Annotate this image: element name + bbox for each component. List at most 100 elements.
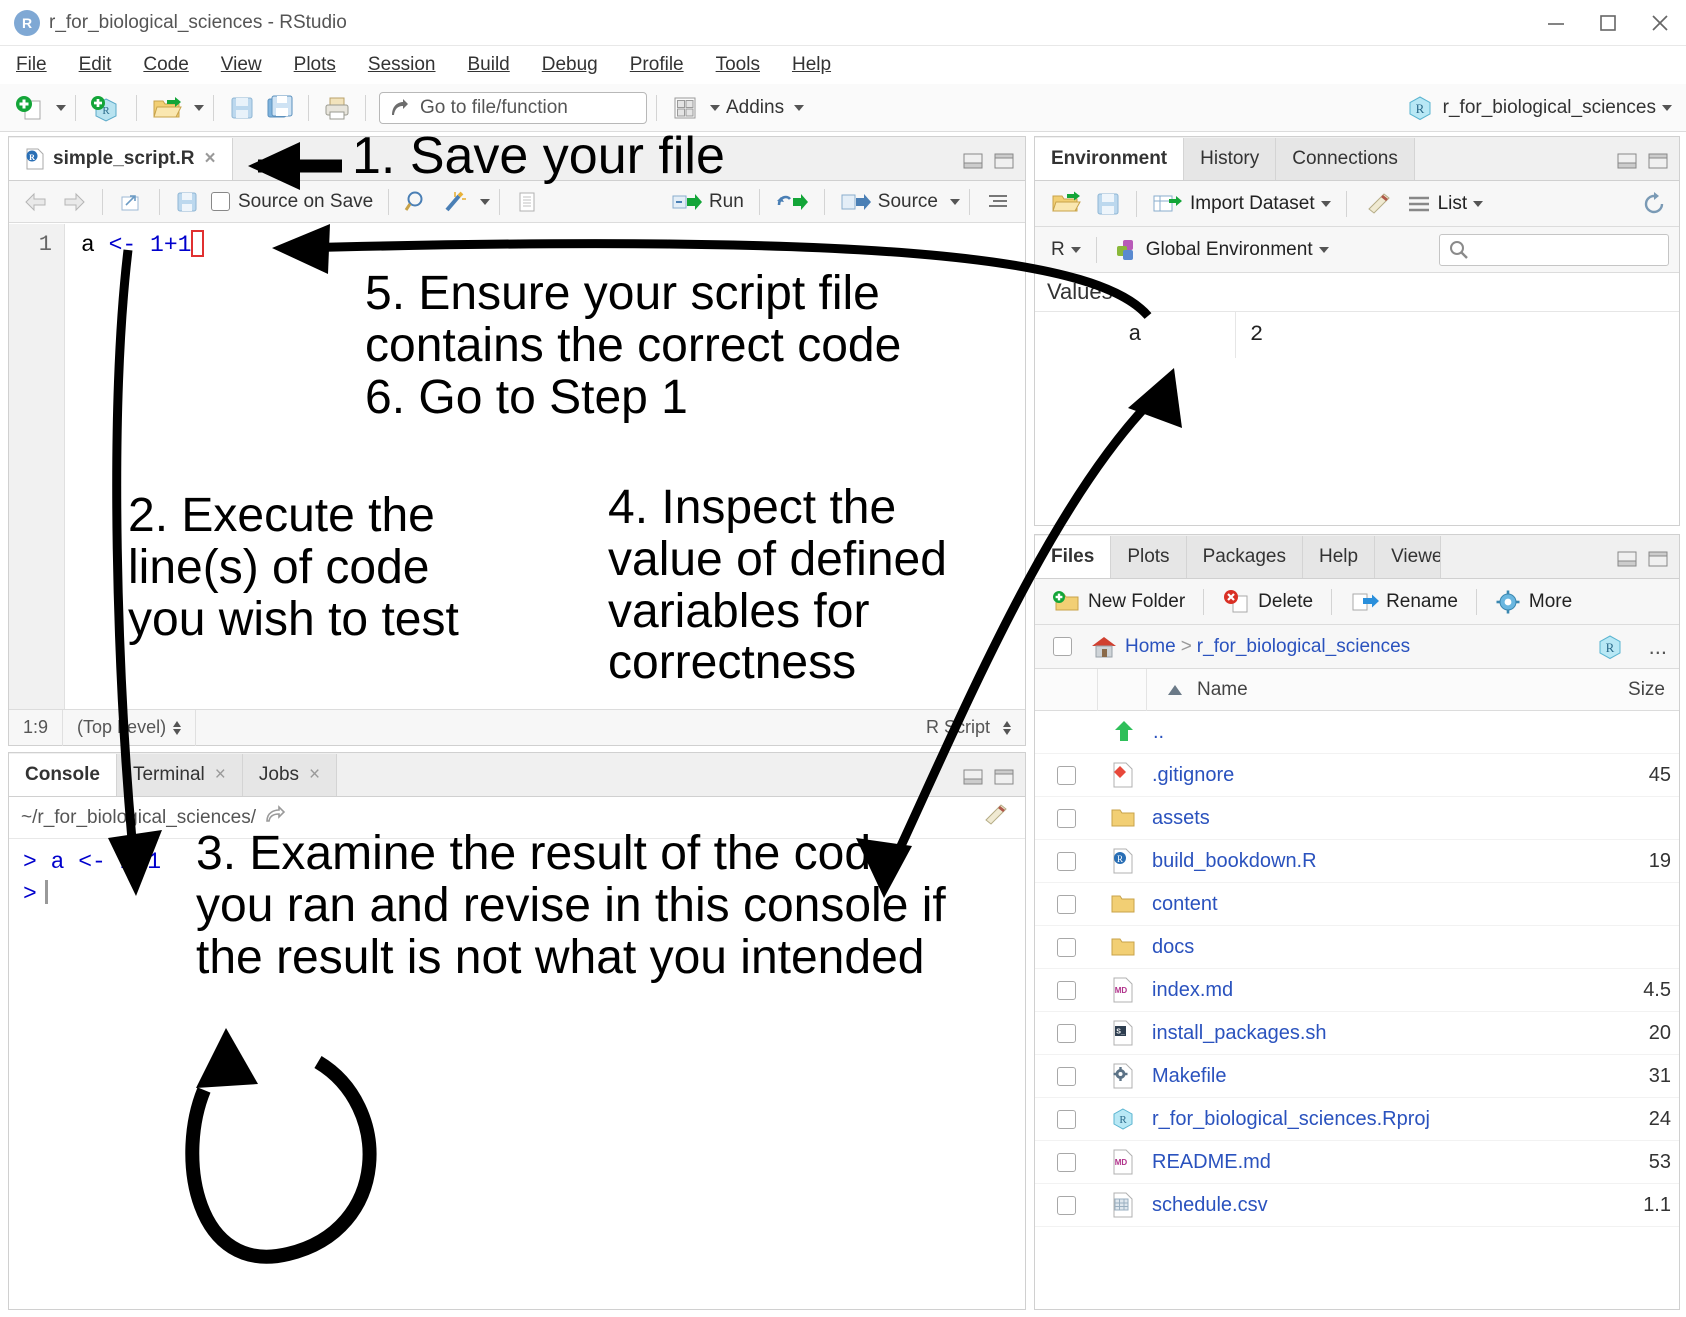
compile-report-icon[interactable] [509,190,545,214]
refresh-icon[interactable] [1635,191,1673,217]
environment-search-input[interactable] [1439,234,1669,266]
forward-arrow-icon[interactable] [55,191,93,213]
row-checkbox[interactable] [1057,895,1076,914]
new-file-dropdown-icon[interactable] [56,105,66,111]
source-dropdown-icon[interactable] [950,199,960,205]
select-all-checkbox[interactable] [1053,637,1072,656]
popout-icon[interactable] [112,191,150,213]
menu-tools[interactable]: Tools [700,51,776,79]
tab-close-icon[interactable]: × [205,148,216,170]
column-header-size[interactable]: Size [1628,679,1665,701]
list-item[interactable]: R r_for_biological_sciences.Rproj 24 [1035,1098,1679,1141]
load-workspace-icon[interactable] [1045,191,1089,217]
more-button[interactable]: More [1486,589,1581,615]
file-name[interactable]: .gitignore [1152,764,1234,787]
list-item[interactable]: content [1035,883,1679,926]
panes-dropdown-icon[interactable] [710,105,720,111]
menu-plots[interactable]: Plots [278,51,352,79]
list-item[interactable]: assets [1035,797,1679,840]
tab-help[interactable]: Help [1303,536,1375,578]
code-tools-icon[interactable] [436,190,474,214]
new-folder-button[interactable]: New Folder [1043,589,1194,615]
goto-file-function-input[interactable]: Go to file/function [379,92,647,124]
save-button[interactable] [223,92,261,124]
file-type-selector[interactable]: R Script [912,717,1025,738]
view-mode-dropdown-icon[interactable] [1473,201,1483,207]
workspace-panes-button[interactable] [666,93,704,123]
list-item[interactable]: .. [1035,711,1679,754]
breadcrumb-current-link[interactable]: r_for_biological_sciences [1197,636,1410,658]
addins-button[interactable]: Addins [726,97,784,119]
column-header-name[interactable]: Name [1197,679,1248,701]
console-output[interactable]: > a <- 1+1 > [9,841,1025,1309]
menu-help[interactable]: Help [776,51,847,79]
tab-jobs-close-icon[interactable]: × [309,764,320,786]
scope-selector[interactable]: (Top Level) [63,710,196,746]
file-name[interactable]: README.md [1152,1151,1271,1174]
tab-history[interactable]: History [1184,138,1276,180]
language-dropdown-icon[interactable] [1071,247,1081,253]
global-environment-selector[interactable]: Global Environment [1106,237,1335,263]
breadcrumb-home-link[interactable]: Home [1125,636,1176,658]
menu-session[interactable]: Session [352,51,452,79]
file-name[interactable]: r_for_biological_sciences.Rproj [1152,1108,1430,1131]
maximize-button[interactable] [1582,0,1634,46]
new-project-button[interactable]: R [85,91,127,125]
project-selector[interactable]: R r_for_biological_sciences [1405,93,1672,123]
file-type-stepper-icon[interactable] [1003,721,1011,735]
menu-debug[interactable]: Debug [526,51,614,79]
print-button[interactable] [318,92,356,124]
import-dataset-button[interactable]: Import Dataset [1146,192,1337,216]
back-arrow-icon[interactable] [17,191,55,213]
outline-icon[interactable] [979,191,1017,213]
file-name[interactable]: Makefile [1152,1065,1226,1088]
addins-dropdown-icon[interactable] [794,105,804,111]
list-item[interactable]: S_ install_packages.sh 20 [1035,1012,1679,1055]
editor-save-button[interactable] [169,190,205,214]
list-item[interactable]: .gitignore 45 [1035,754,1679,797]
maximize-pane-icon[interactable] [993,151,1015,171]
view-mode-button[interactable]: List [1400,193,1490,215]
project-dropdown-icon[interactable] [1662,105,1672,111]
popout-icon[interactable] [264,805,286,831]
delete-button[interactable]: Delete [1213,589,1322,615]
tab-terminal-close-icon[interactable]: × [215,764,226,786]
find-icon[interactable] [398,190,436,214]
list-item[interactable]: MD index.md 4.5 [1035,969,1679,1012]
save-workspace-icon[interactable] [1089,191,1127,217]
minimize-pane-icon[interactable] [1616,549,1638,569]
source-on-save-checkbox[interactable]: Source on Save [205,191,379,213]
sort-ascending-icon[interactable] [1165,682,1185,698]
row-checkbox[interactable] [1057,938,1076,957]
save-all-button[interactable] [261,92,299,124]
row-checkbox[interactable] [1057,809,1076,828]
tab-environment[interactable]: Environment [1035,138,1184,180]
language-selector[interactable]: R [1045,239,1087,261]
file-name[interactable]: docs [1152,936,1194,959]
code-editor[interactable]: 1 a <- 1+1 [9,224,1025,709]
console-line-current[interactable]: > [23,879,1011,911]
tab-files[interactable]: Files [1035,536,1111,578]
file-name[interactable]: assets [1152,807,1210,830]
menu-code[interactable]: Code [127,51,204,79]
tab-viewer[interactable]: Viewer [1375,536,1441,578]
clear-environment-icon[interactable] [1356,191,1400,217]
tab-terminal[interactable]: Terminal × [117,754,243,796]
row-checkbox[interactable] [1057,766,1076,785]
tab-connections[interactable]: Connections [1276,138,1415,180]
list-item[interactable]: Makefile 31 [1035,1055,1679,1098]
minimize-pane-icon[interactable] [962,151,984,171]
menu-build[interactable]: Build [452,51,526,79]
minimize-pane-icon[interactable] [1616,151,1638,171]
file-name[interactable]: .. [1153,721,1164,744]
maximize-pane-icon[interactable] [1647,151,1669,171]
list-item[interactable]: schedule.csv 1.1 [1035,1184,1679,1227]
row-checkbox[interactable] [1057,852,1076,871]
minimize-pane-icon[interactable] [962,767,984,787]
row-checkbox[interactable] [1057,1110,1076,1129]
maximize-pane-icon[interactable] [1647,549,1669,569]
import-dataset-dropdown-icon[interactable] [1321,201,1331,207]
close-button[interactable] [1634,0,1686,46]
rerun-icon[interactable] [769,191,815,213]
home-icon[interactable] [1088,634,1120,660]
